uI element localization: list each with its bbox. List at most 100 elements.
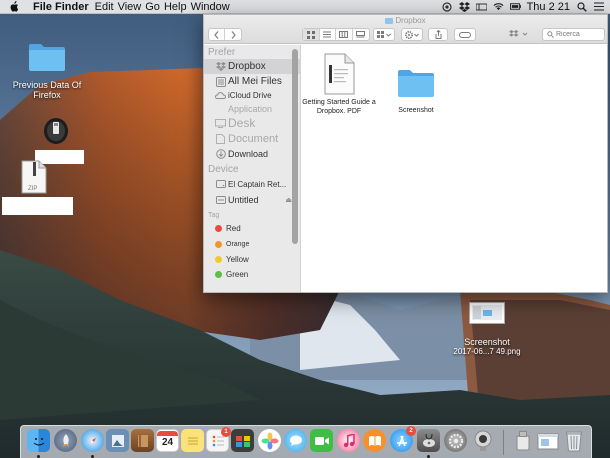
sidebar-item-label: Yellow: [226, 255, 249, 264]
menu-window[interactable]: Window: [191, 1, 230, 13]
column-view-button[interactable]: [336, 29, 353, 40]
sidebar-item-label: El Captain Ret...: [228, 179, 287, 189]
rocket-icon: [62, 433, 69, 447]
apple-menu-icon[interactable]: [9, 1, 23, 12]
dock-messages[interactable]: [284, 429, 307, 452]
sidebar-item-tag-yellow[interactable]: Yellow: [204, 252, 300, 267]
dock-calendar[interactable]: 24: [156, 429, 179, 452]
back-button[interactable]: [209, 29, 225, 40]
dock-notebook[interactable]: [131, 429, 154, 452]
zip-archive-icon: ZIP: [21, 160, 47, 194]
sidebar-item-tag-green[interactable]: Green: [204, 267, 300, 282]
dock-removable-drive[interactable]: [511, 429, 534, 452]
sidebar-item-untitled[interactable]: Untitled ⏏: [204, 192, 300, 208]
dock-photos[interactable]: [258, 429, 281, 452]
chevron-left-icon: [214, 30, 219, 39]
sidebar-item-desktop[interactable]: Desk: [204, 115, 300, 131]
dock-reminders[interactable]: 1: [206, 427, 231, 452]
list-view-button[interactable]: [320, 29, 336, 40]
sidebar-item-all-my-files[interactable]: All Mei Files: [204, 74, 300, 89]
dropbox-status-icon[interactable]: [458, 1, 470, 12]
tag-icon: [459, 31, 471, 38]
wifi-icon[interactable]: [493, 1, 504, 12]
tags-button[interactable]: [454, 28, 476, 41]
desktop-usb-drive[interactable]: [41, 116, 71, 146]
menu-app-name[interactable]: File Finder: [33, 1, 89, 13]
camera-status-icon[interactable]: [442, 1, 453, 12]
notification-badge: 1: [221, 427, 231, 437]
dock-system-preferences[interactable]: [444, 429, 467, 452]
spotlight-search-icon[interactable]: [576, 1, 587, 12]
file-getting-started-pdf[interactable]: Getting Started Guide a Dropbox. PDF: [302, 53, 376, 116]
sidebar-item-tag-orange[interactable]: Orange: [204, 236, 300, 252]
action-button[interactable]: [401, 28, 423, 41]
sidebar-item-label: Green: [226, 270, 249, 279]
dock-finder[interactable]: [27, 429, 50, 452]
dock-preview[interactable]: [106, 429, 129, 452]
green-tag-icon: [215, 271, 222, 278]
dock-downloads-stack[interactable]: [536, 429, 559, 452]
list-icon: [323, 31, 332, 38]
sidebar-item-applications[interactable]: Application: [204, 102, 300, 115]
all-files-icon: [215, 76, 226, 87]
desktop-folder-previous-data[interactable]: Previous Data Of Firefox: [6, 42, 88, 100]
sidebar-item-dropbox[interactable]: Dropbox: [204, 59, 300, 74]
notification-center-icon[interactable]: [593, 1, 604, 12]
menu-clock[interactable]: Thu 2 21: [527, 1, 570, 13]
dock-ibooks[interactable]: [363, 429, 386, 452]
chat-bubble-icon: [289, 435, 302, 446]
tuner-status-icon[interactable]: [475, 1, 487, 12]
folder-icon: [385, 17, 394, 24]
sidebar-item-label: All Mei Files: [228, 76, 282, 87]
finder-content-area: Getting Started Guide a Dropbox. PDF Scr…: [302, 45, 607, 292]
grid-icon: [306, 30, 315, 39]
dropbox-icon: [215, 61, 226, 72]
battery-icon[interactable]: [509, 1, 521, 12]
desktop-zip-file[interactable]: ZIP: [20, 160, 48, 194]
calendar-date: 24: [161, 437, 174, 448]
screenshot-thumbnail-icon: [469, 302, 505, 324]
arrange-button[interactable]: [373, 28, 395, 41]
dock-disk-utility[interactable]: [417, 429, 440, 452]
eject-icon[interactable]: ⏏: [285, 196, 292, 204]
menu-help[interactable]: Help: [164, 1, 187, 13]
sidebar-item-icloud-drive[interactable]: iCloud Drive: [204, 89, 300, 102]
gear-icon: [448, 433, 463, 448]
dock-webcam[interactable]: [471, 429, 494, 452]
dock-itunes[interactable]: [337, 429, 360, 452]
dropbox-toolbar-button[interactable]: [506, 28, 536, 41]
share-button[interactable]: [428, 28, 448, 41]
dock-photo-booth[interactable]: [231, 429, 254, 452]
search-input[interactable]: [556, 31, 600, 38]
sidebar-scrollbar[interactable]: [292, 49, 298, 244]
forward-button[interactable]: [225, 29, 241, 40]
sidebar-item-tag-red[interactable]: Red: [204, 221, 300, 236]
dock-trash[interactable]: [562, 429, 585, 452]
dock-launchpad[interactable]: [54, 429, 77, 452]
back-forward-buttons: [208, 28, 242, 41]
dock-facetime[interactable]: [310, 429, 333, 452]
folder-screenshot[interactable]: Screenshot: [390, 68, 442, 115]
sidebar-item-downloads[interactable]: Download: [204, 146, 300, 161]
sidebar-item-documents[interactable]: Document: [204, 131, 300, 146]
icon-view-button[interactable]: [303, 29, 320, 40]
dock-safari[interactable]: [81, 429, 104, 452]
compass-icon: [89, 437, 96, 444]
dock-stickies[interactable]: [181, 429, 204, 452]
coverflow-view-button[interactable]: [353, 29, 369, 40]
desktop-screenshot-file[interactable]: Screenshot 2017-06...7 49.png: [446, 302, 528, 357]
sidebar-item-label: Desk: [228, 116, 256, 130]
menu-edit[interactable]: Edit: [95, 1, 114, 13]
hard-drive-icon: [215, 179, 226, 190]
dock-app-store[interactable]: 2: [390, 426, 416, 452]
search-field[interactable]: [542, 28, 605, 41]
sidebar-item-label: iCloud Drive: [228, 91, 272, 100]
folder-icon: [398, 70, 434, 97]
menu-view[interactable]: View: [118, 1, 142, 13]
usb-stick-icon: [516, 430, 529, 450]
sidebar-item-el-capitan[interactable]: El Captain Ret...: [204, 176, 300, 192]
webcam-icon: [474, 430, 491, 451]
desktop-label: Previous Data Of: [12, 80, 82, 90]
menu-go[interactable]: Go: [145, 1, 160, 13]
sidebar-header-devices: Device: [208, 164, 239, 175]
